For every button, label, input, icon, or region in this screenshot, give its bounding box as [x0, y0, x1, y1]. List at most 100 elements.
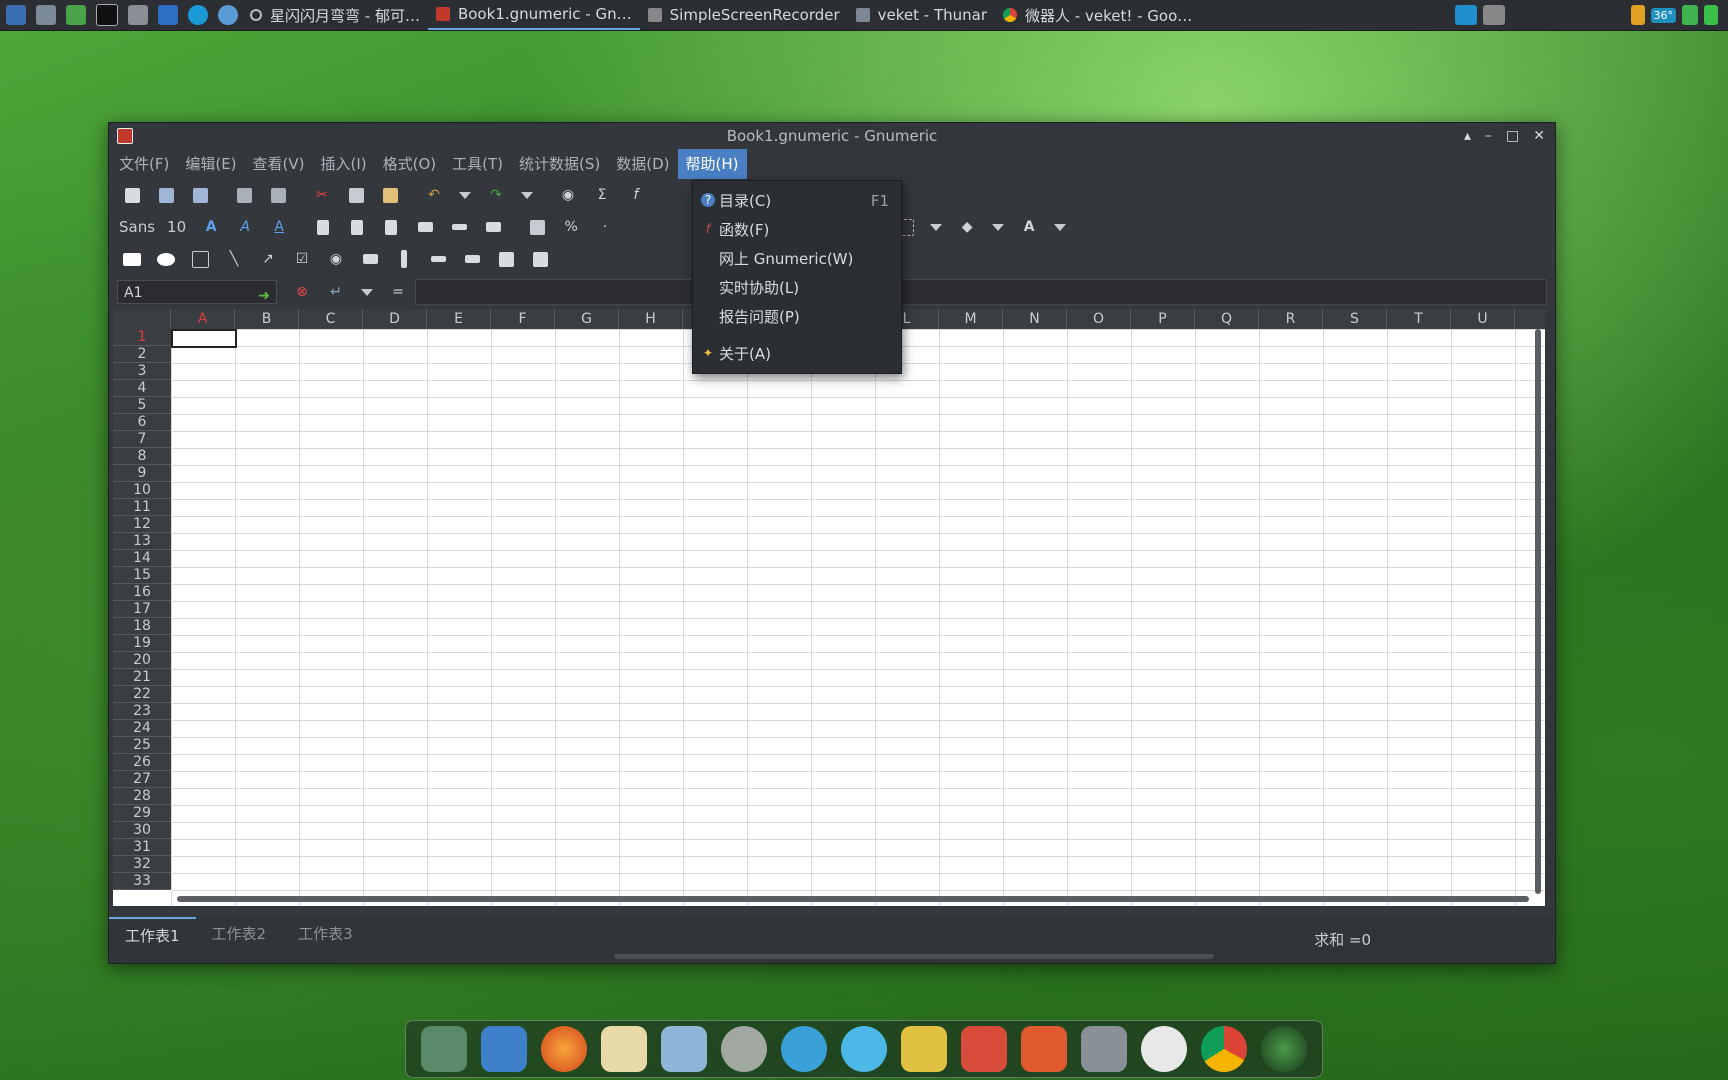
- image-viewer-icon[interactable]: [661, 1026, 707, 1072]
- font-size-select[interactable]: 10: [167, 218, 186, 236]
- column-header[interactable]: T: [1387, 309, 1451, 329]
- row-header[interactable]: 24: [113, 720, 171, 737]
- firefox-icon[interactable]: [541, 1026, 587, 1072]
- media-player-icon[interactable]: [841, 1026, 887, 1072]
- accept-dropdown-icon[interactable]: [361, 288, 373, 296]
- row-header[interactable]: 28: [113, 788, 171, 805]
- brightness-icon[interactable]: [1141, 1026, 1187, 1072]
- accept-icon[interactable]: ↵: [325, 281, 347, 303]
- fill-color-icon[interactable]: ◆: [956, 216, 978, 238]
- check-icon[interactable]: [188, 5, 208, 25]
- row-header[interactable]: 26: [113, 754, 171, 771]
- merge-cells-icon[interactable]: [414, 216, 436, 238]
- undo-icon[interactable]: ↶: [423, 184, 445, 206]
- row-header[interactable]: 11: [113, 499, 171, 516]
- row-header[interactable]: 29: [113, 805, 171, 822]
- scrollbar-icon[interactable]: [393, 248, 415, 270]
- column-header[interactable]: F: [491, 309, 555, 329]
- text-editor-icon[interactable]: [601, 1026, 647, 1072]
- disc-burner-icon[interactable]: [721, 1026, 767, 1072]
- display-icon[interactable]: [1454, 5, 1477, 25]
- task-chrome[interactable]: 微器人 - veket! - Goo…: [995, 0, 1200, 30]
- font-name-select[interactable]: Sans: [119, 218, 155, 236]
- vertical-scrollbar[interactable]: [1535, 329, 1541, 894]
- italic-icon[interactable]: A: [234, 216, 256, 238]
- menu-view[interactable]: 查看(V): [245, 149, 313, 179]
- drive-icon[interactable]: [1081, 1026, 1127, 1072]
- cut-icon[interactable]: ✂: [311, 184, 333, 206]
- settings-gear-icon[interactable]: [36, 5, 56, 25]
- column-header[interactable]: U: [1451, 309, 1515, 329]
- row-header[interactable]: 9: [113, 465, 171, 482]
- row-header[interactable]: 30: [113, 822, 171, 839]
- list-icon[interactable]: [495, 248, 517, 270]
- menu-item-about[interactable]: ✦ 关于(A): [693, 339, 901, 368]
- row-header[interactable]: 27: [113, 771, 171, 788]
- title-bar[interactable]: Book1.gnumeric - Gnumeric ▴ – □ ✕: [109, 123, 1555, 149]
- menu-item-contents[interactable]: ? 目录(C) F1: [693, 186, 901, 215]
- align-center-icon[interactable]: [346, 216, 368, 238]
- row-header[interactable]: 6: [113, 414, 171, 431]
- new-file-icon[interactable]: [121, 184, 143, 206]
- wifi-icon[interactable]: [1682, 5, 1698, 25]
- center-across-icon[interactable]: [448, 216, 470, 238]
- column-header[interactable]: O: [1067, 309, 1131, 329]
- menu-format[interactable]: 格式(O): [375, 149, 445, 179]
- slider-icon[interactable]: [427, 248, 449, 270]
- minimize-button[interactable]: –: [1485, 128, 1492, 144]
- paste-icon[interactable]: [379, 184, 401, 206]
- column-header[interactable]: M: [939, 309, 1003, 329]
- sum-icon[interactable]: Σ: [591, 184, 613, 206]
- sheet-tab-3[interactable]: 工作表3: [282, 917, 369, 947]
- task-thunar[interactable]: veket - Thunar: [848, 0, 995, 30]
- globe-icon[interactable]: [1261, 1026, 1307, 1072]
- row-header[interactable]: 7: [113, 431, 171, 448]
- menu-data[interactable]: 数据(D): [608, 149, 677, 179]
- combo-icon[interactable]: [529, 248, 551, 270]
- maximize-button[interactable]: □: [1506, 128, 1519, 144]
- undo-dropdown-icon[interactable]: [459, 191, 471, 199]
- rectangle-icon[interactable]: [121, 248, 143, 270]
- copy-icon[interactable]: [345, 184, 367, 206]
- bold-icon[interactable]: A: [200, 216, 222, 238]
- row-header[interactable]: 19: [113, 635, 171, 652]
- column-header[interactable]: H: [619, 309, 683, 329]
- row-header[interactable]: 12: [113, 516, 171, 533]
- row-header[interactable]: 31: [113, 839, 171, 856]
- print-preview-icon[interactable]: [267, 184, 289, 206]
- column-header[interactable]: P: [1131, 309, 1195, 329]
- column-header[interactable]: E: [427, 309, 491, 329]
- screenshot-icon[interactable]: [158, 5, 178, 25]
- checkbox-icon[interactable]: ☑: [291, 248, 313, 270]
- sheet-tab-2[interactable]: 工作表2: [196, 917, 283, 947]
- terminal-icon[interactable]: [96, 4, 118, 26]
- borders-dropdown-icon[interactable]: [930, 223, 943, 231]
- formula-input[interactable]: [415, 279, 1547, 305]
- task-gnumeric[interactable]: Book1.gnumeric - Gn…: [427, 0, 640, 30]
- column-header[interactable]: D: [363, 309, 427, 329]
- go-arrow-icon[interactable]: ➜: [258, 284, 270, 308]
- open-file-icon[interactable]: [155, 184, 177, 206]
- row-header[interactable]: 15: [113, 567, 171, 584]
- button-icon[interactable]: [359, 248, 381, 270]
- decimal-icon[interactable]: ·: [594, 216, 616, 238]
- menu-insert[interactable]: 插入(I): [313, 149, 375, 179]
- task-music-player[interactable]: 星闪闪月弯弯 - 郁可…: [242, 0, 428, 30]
- cell-area[interactable]: [171, 329, 1545, 906]
- select-all-corner[interactable]: [113, 309, 171, 329]
- row-header[interactable]: 17: [113, 601, 171, 618]
- row-header[interactable]: 16: [113, 584, 171, 601]
- column-header[interactable]: G: [555, 309, 619, 329]
- shade-button[interactable]: ▴: [1464, 128, 1471, 144]
- task-screen-recorder[interactable]: SimpleScreenRecorder: [640, 0, 848, 30]
- row-header[interactable]: 18: [113, 618, 171, 635]
- row-header[interactable]: 1: [113, 329, 171, 346]
- align-left-icon[interactable]: [312, 216, 334, 238]
- file-manager-icon[interactable]: [901, 1026, 947, 1072]
- row-header[interactable]: 5: [113, 397, 171, 414]
- app-icon[interactable]: [117, 128, 133, 144]
- row-header[interactable]: 2: [113, 346, 171, 363]
- row-header[interactable]: 20: [113, 652, 171, 669]
- menu-edit[interactable]: 编辑(E): [177, 149, 244, 179]
- redo-icon[interactable]: ↷: [485, 184, 507, 206]
